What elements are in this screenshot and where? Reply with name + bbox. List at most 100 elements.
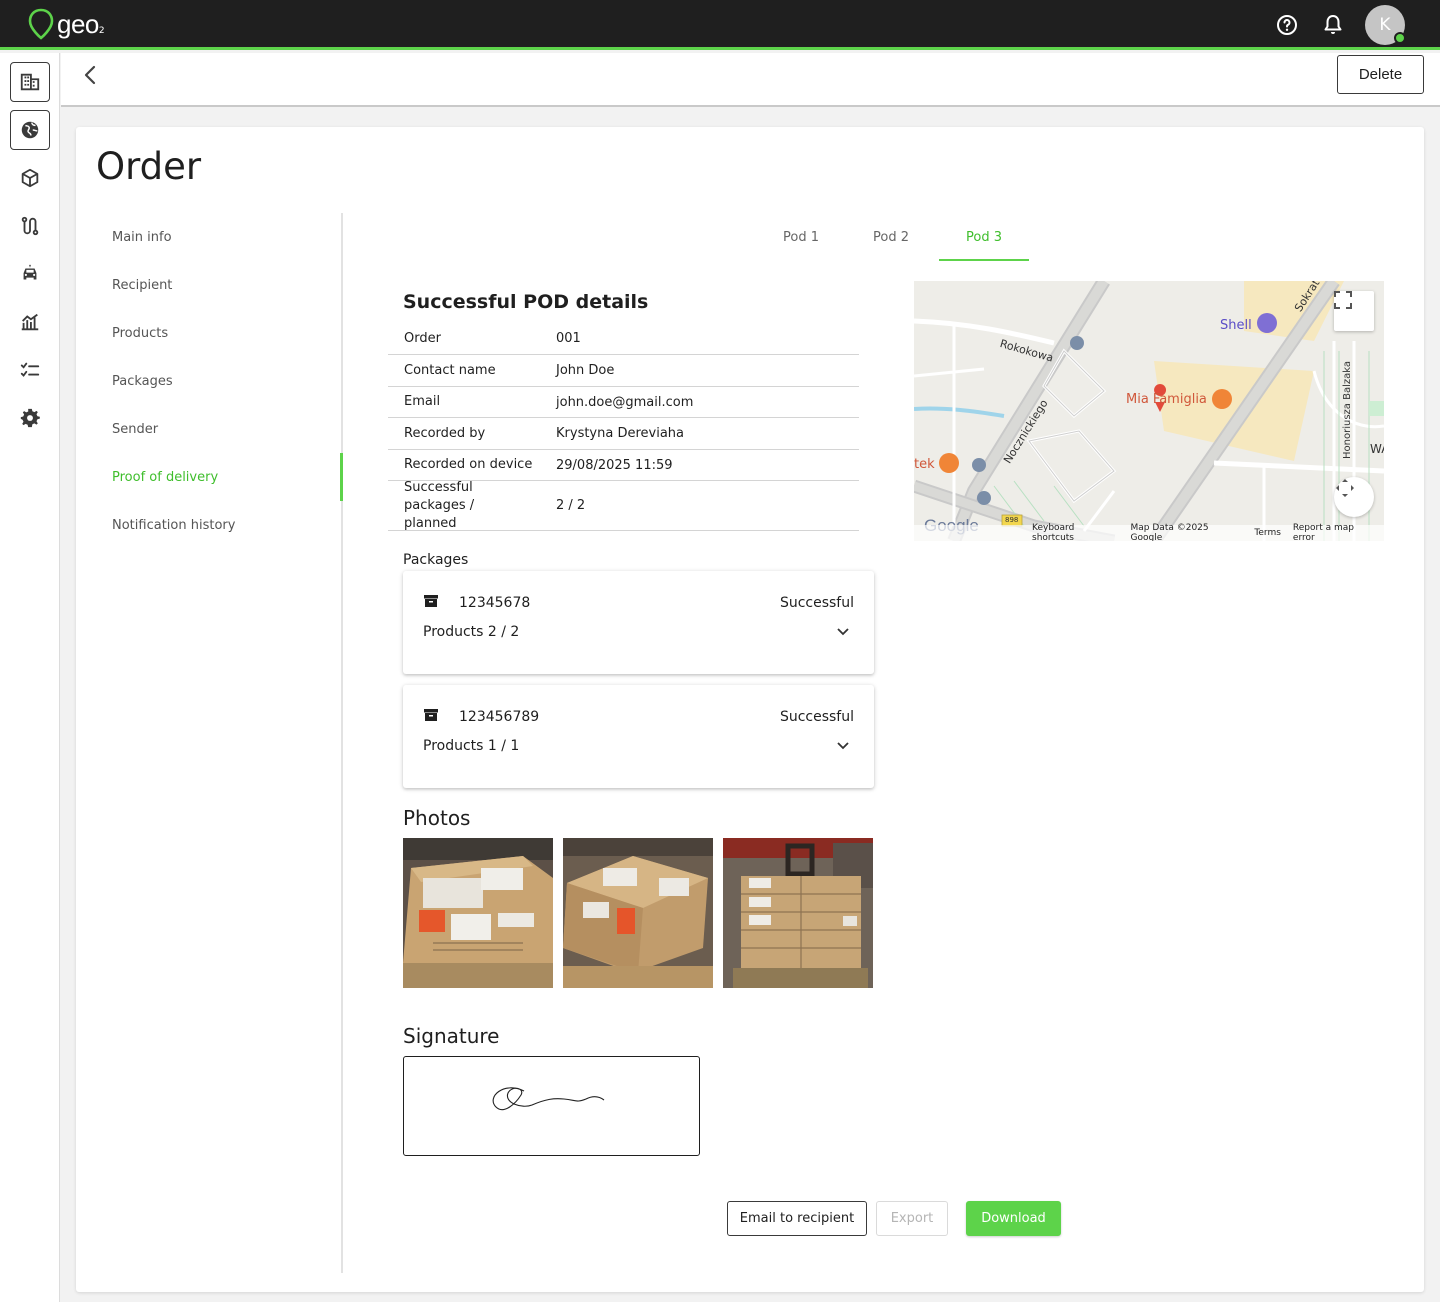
pod-details-title: Successful POD details <box>403 291 649 313</box>
detail-value: John Doe <box>556 363 615 378</box>
package-products-count: Products 1 / 1 <box>423 738 520 754</box>
map-camera-control-button[interactable] <box>1334 477 1374 517</box>
signature-box <box>403 1056 700 1156</box>
signature-title: Signature <box>403 1024 500 1048</box>
route-icon <box>21 216 39 236</box>
delete-button[interactable]: Delete <box>1337 55 1424 94</box>
rail-tasks-button[interactable] <box>10 350 50 390</box>
package-card[interactable]: 123456789 Successful Products 1 / 1 <box>403 685 874 788</box>
top-bar: geo 2 K <box>0 0 1440 50</box>
map-label-street: Honoriusza Balzaka <box>1342 361 1353 459</box>
chevron-down-icon[interactable] <box>836 741 850 751</box>
user-avatar[interactable]: K <box>1365 5 1406 45</box>
avatar-initial: K <box>1379 15 1391 35</box>
section-nav-item-recipient[interactable]: Recipient <box>112 278 172 293</box>
map-label-area: WA <box>1370 442 1384 456</box>
location-pin-logo-icon <box>28 8 54 40</box>
order-card: Order Main info Recipient Products Packa… <box>76 127 1424 1292</box>
map-fullscreen-button[interactable] <box>1334 291 1374 331</box>
email-to-recipient-button[interactable]: Email to recipient <box>727 1201 867 1236</box>
detail-key: Email <box>404 394 441 409</box>
rail-analytics-button[interactable] <box>10 302 50 342</box>
detail-key: Contact name <box>404 362 496 378</box>
section-nav-item-main-info[interactable]: Main info <box>112 230 172 245</box>
package-number: 12345678 <box>459 595 531 611</box>
map-terms-link[interactable]: Terms <box>1254 528 1281 538</box>
detail-value: 2 / 2 <box>556 498 586 513</box>
notification-bell-icon[interactable] <box>1321 13 1345 37</box>
map-footer: Keyboard shortcuts Map Data ©2025 Google… <box>914 523 1384 541</box>
car-icon <box>23 264 37 280</box>
delivery-map[interactable]: Shell Sokratesa Rokokowa Nocznickiego Mi… <box>914 281 1384 541</box>
package-card[interactable]: 12345678 Successful Products 2 / 2 <box>403 571 874 674</box>
map-keyboard-shortcuts-link[interactable]: Keyboard shortcuts <box>1032 523 1119 541</box>
detail-value: 29/08/2025 11:59 <box>556 457 673 473</box>
delivery-photo-3[interactable] <box>723 838 873 988</box>
delivery-photo-2[interactable] <box>563 838 713 988</box>
pod-details-table: Order 001 Contact name John Doe Email jo… <box>388 323 859 531</box>
map-label-poi: tek <box>914 457 935 472</box>
detail-key: Recorded by <box>404 425 486 441</box>
rail-settings-button[interactable] <box>10 398 50 438</box>
section-nav-item-products[interactable]: Products <box>112 326 168 341</box>
rail-vehicles-button[interactable] <box>10 254 50 294</box>
rail-companies-button[interactable] <box>10 62 50 102</box>
archive-box-icon <box>424 595 438 607</box>
tab-pod-1[interactable]: Pod 1 <box>756 223 846 261</box>
detail-row-email: Email john.doe@gmail.com <box>388 387 859 418</box>
map-label-shell: Shell <box>1220 318 1252 333</box>
map-label-restaurant: Mia Famiglia <box>1126 392 1207 407</box>
delivery-photo-1[interactable] <box>403 838 553 988</box>
checklist-icon <box>20 362 40 377</box>
gear-icon <box>20 408 40 428</box>
detail-value: john.doe@gmail.com <box>556 394 694 410</box>
map-canvas <box>914 281 1384 541</box>
tab-pod-2[interactable]: Pod 2 <box>846 223 936 261</box>
logo-subscript: 2 <box>98 26 105 36</box>
package-products-count: Products 2 / 2 <box>423 624 520 640</box>
archive-box-icon <box>424 709 438 721</box>
back-arrow-icon[interactable] <box>81 63 101 87</box>
section-nav-item-proof-of-delivery[interactable]: Proof of delivery <box>112 470 218 485</box>
section-nav-item-packages[interactable]: Packages <box>112 374 173 389</box>
signature-drawing <box>492 1087 605 1111</box>
download-button[interactable]: Download <box>966 1201 1061 1236</box>
detail-row-successful-packages: Successful packages / planned 2 / 2 <box>388 479 859 531</box>
page-title: Order <box>96 145 202 188</box>
detail-row-recorded-on-device: Recorded on device 29/08/2025 11:59 <box>388 450 859 481</box>
rail-map-button[interactable] <box>10 110 50 150</box>
map-data-attribution: Map Data ©2025 Google <box>1130 523 1209 541</box>
export-button[interactable]: Export <box>876 1201 948 1236</box>
left-rail <box>0 53 60 1302</box>
detail-value: Krystyna Dereviaha <box>556 426 685 441</box>
cube-icon <box>21 168 39 188</box>
map-label-road-number: 898 <box>1005 516 1019 524</box>
chevron-down-icon[interactable] <box>836 627 850 637</box>
online-status-dot <box>1394 32 1406 44</box>
package-status: Successful <box>779 709 854 725</box>
section-nav-item-notification-history[interactable]: Notification history <box>112 518 235 533</box>
page-header-bar: Delete <box>61 53 1440 107</box>
map-report-error-link[interactable]: Report a map error <box>1293 523 1378 541</box>
detail-key: Recorded on device <box>404 457 533 472</box>
detail-row-recorded-by: Recorded by Krystyna Dereviaha <box>388 418 859 450</box>
globe-icon <box>21 121 39 139</box>
rail-routes-button[interactable] <box>10 206 50 246</box>
app-logo[interactable]: geo 2 <box>28 8 105 40</box>
rail-packages-button[interactable] <box>10 158 50 198</box>
chart-icon <box>21 313 39 331</box>
detail-row-order: Order 001 <box>388 323 859 355</box>
help-icon[interactable] <box>1275 13 1299 37</box>
section-nav: Main info Recipient Products Packages Se… <box>76 213 343 1273</box>
package-status: Successful <box>779 595 854 611</box>
detail-key: Successful packages / planned <box>404 479 475 531</box>
fullscreen-icon <box>1334 291 1352 309</box>
section-nav-item-sender[interactable]: Sender <box>112 422 158 437</box>
photos-title: Photos <box>403 806 471 830</box>
building-icon <box>20 73 40 91</box>
packages-label: Packages <box>403 552 469 568</box>
section-nav-active-indicator <box>340 453 343 501</box>
tab-pod-3[interactable]: Pod 3 <box>939 223 1029 261</box>
detail-key: Order <box>404 330 441 346</box>
detail-value: 001 <box>556 331 581 346</box>
